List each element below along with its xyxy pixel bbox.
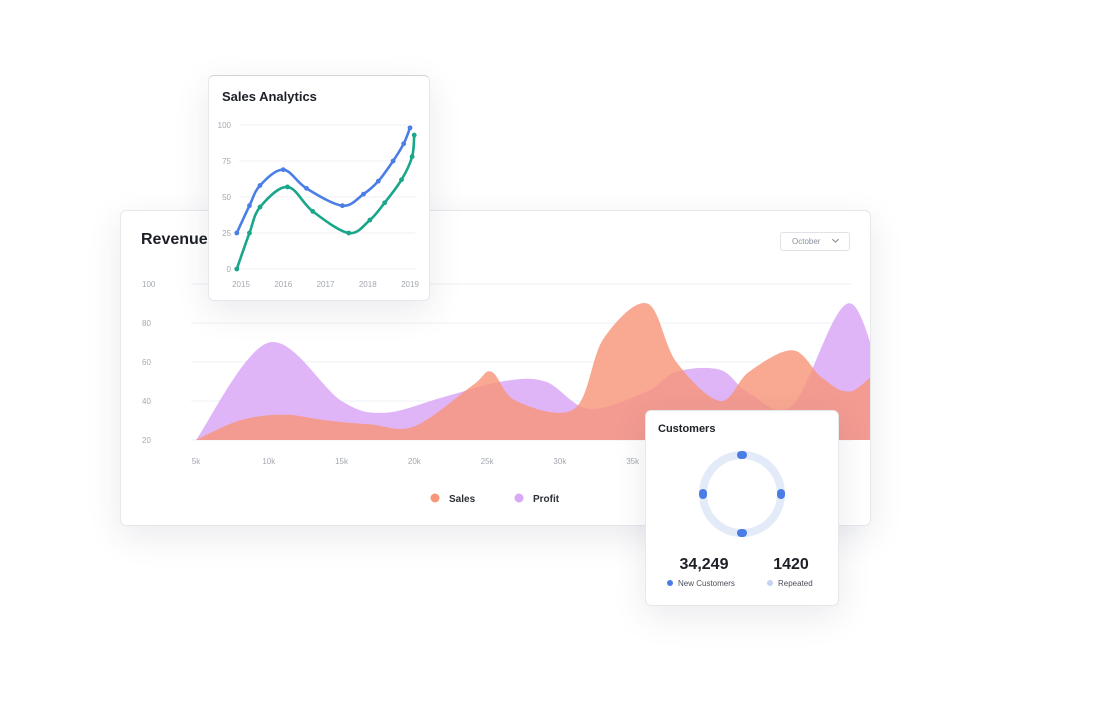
- customers-card: Customers 34,249 1420 New Customers Repeate…: [645, 410, 839, 606]
- sales-series-2-point: [310, 209, 316, 214]
- sales-y-tick: 75: [222, 157, 231, 166]
- revenue-y-tick: 40: [142, 397, 151, 406]
- customers-donut-ring: [699, 451, 785, 537]
- revenue-y-tick: 60: [142, 358, 151, 367]
- customers-donut-marker: [777, 489, 785, 499]
- sales-series-1-line: [235, 126, 412, 235]
- sales-series-1-point: [340, 203, 345, 209]
- revenue-y-tick: 80: [142, 319, 151, 328]
- sales-x-tick: 2015: [232, 280, 250, 289]
- sales-series-1-point: [234, 230, 240, 236]
- sales-series-2-point: [399, 177, 404, 183]
- sales-x-tick: 2017: [317, 280, 335, 289]
- sales-series-1-point: [390, 158, 396, 164]
- sales-analytics-card: Sales Analytics 100 75 50 25 0 2015 2016 2017 20…: [208, 75, 430, 301]
- sales-y-tick: 25: [222, 229, 231, 238]
- customers-donut-marker: [737, 451, 747, 459]
- revenue-y-tick: 100: [142, 280, 156, 289]
- legend-sales-label: Sales: [449, 494, 476, 505]
- revenue-x-tick: 15k: [335, 457, 349, 466]
- new-customers-label: New Customers: [678, 579, 735, 588]
- legend-sales-marker: [430, 493, 440, 503]
- sales-analytics-chart: 100 75 50 25 02015 2016 2017 2018 2019: [218, 121, 420, 289]
- legend-profit-label: Profit: [533, 494, 560, 505]
- sales-series-2-point: [346, 230, 352, 236]
- sales-x-tick: 2018: [359, 280, 377, 289]
- revenue-x-tick: 10k: [262, 457, 276, 466]
- sales-series-2-line: [235, 133, 416, 271]
- repeated-dot: [767, 580, 773, 586]
- sales-series-1-point: [401, 141, 407, 147]
- sales-y-tick: 0: [227, 265, 232, 274]
- new-customers-count: 34,249: [680, 556, 729, 573]
- sales-series-1-point: [375, 178, 381, 184]
- customers-donut-marker: [699, 489, 707, 499]
- sales-series-1-point: [304, 185, 309, 191]
- sales-series-2-point: [411, 132, 417, 138]
- customers-donut-marker: [737, 529, 747, 537]
- sales-series-2-point: [247, 230, 252, 236]
- repeated-label: Repeated: [778, 579, 813, 588]
- sales-series-2-point: [367, 217, 373, 223]
- revenue-x-tick: 30k: [553, 457, 567, 466]
- sales-series-2-point: [382, 200, 388, 206]
- sales-series-1-point: [407, 125, 413, 131]
- sales-series-2-point: [285, 184, 290, 190]
- sales-x-tick: 2016: [274, 280, 292, 289]
- revenue-x-tick: 5k: [192, 457, 201, 466]
- sales-series-2-point: [409, 154, 415, 160]
- sales-series-1-point: [361, 191, 366, 197]
- sales-y-tick: 100: [218, 121, 232, 130]
- sales-series-1-point: [280, 167, 286, 173]
- revenue-x-tick: 20k: [408, 457, 422, 466]
- legend-profit-marker: [514, 493, 524, 503]
- revenue-x-tick: 35k: [626, 457, 640, 466]
- sales-series-2-point: [257, 204, 263, 210]
- repeated-count: 1420: [773, 556, 809, 573]
- revenue-y-tick: 20: [142, 436, 151, 445]
- revenue-x-tick: 25k: [481, 457, 495, 466]
- sales-series-2-point: [234, 266, 240, 272]
- customers-chart: 34,249 1420 New Customers Repeated: [667, 451, 813, 588]
- sales-x-tick: 2019: [401, 280, 419, 289]
- new-customers-dot: [667, 580, 673, 586]
- sales-y-tick: 50: [222, 193, 231, 202]
- sales-series-1-point: [257, 183, 263, 188]
- sales-series-1-point: [247, 203, 252, 209]
